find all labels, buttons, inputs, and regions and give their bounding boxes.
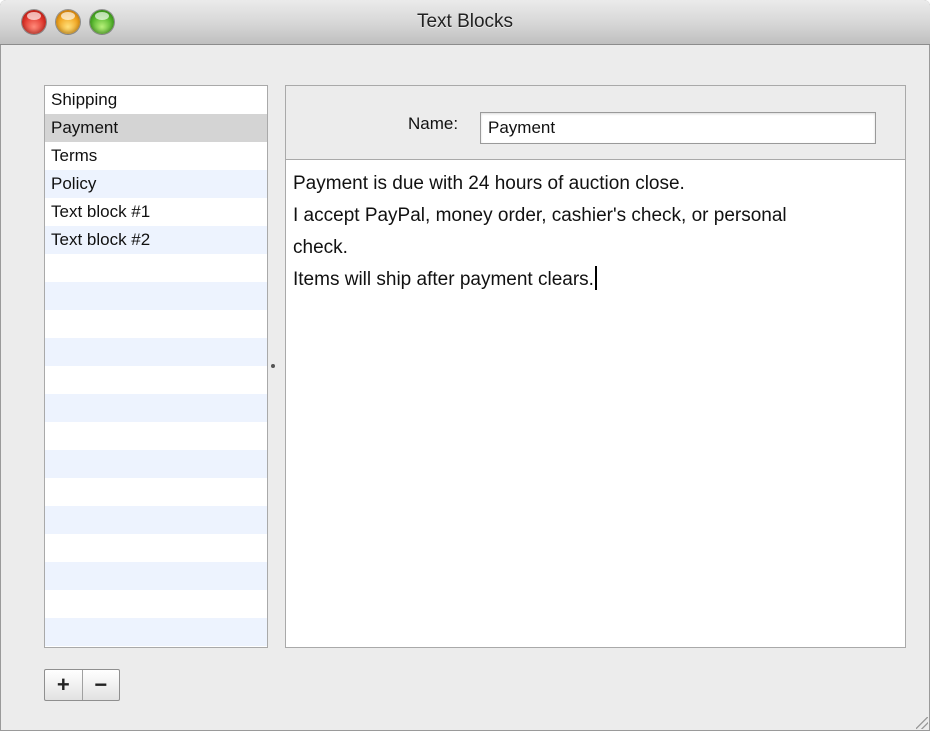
resize-grip-icon[interactable] — [916, 717, 928, 729]
empty-row — [45, 282, 267, 310]
title-bar[interactable]: Text Blocks — [0, 0, 930, 45]
body-text-line: I accept PayPal, money order, cashier's … — [293, 205, 787, 226]
body-text-editor[interactable]: Payment is due with 24 hours of auction … — [286, 159, 905, 647]
empty-row — [45, 478, 267, 506]
add-remove-control: + − — [44, 669, 120, 701]
empty-row — [45, 618, 267, 646]
text-caret — [594, 266, 597, 290]
list-item[interactable]: Text block #1 — [45, 198, 267, 226]
body-text-line: Payment is due with 24 hours of auction … — [293, 173, 685, 194]
text-block-list[interactable]: Shipping Payment Terms Policy Text block… — [44, 85, 268, 648]
body-text-last-line: Items will ship after payment clears. — [293, 264, 898, 296]
list-item[interactable]: Shipping — [45, 86, 267, 114]
body-text-line: check. — [293, 237, 348, 258]
empty-row — [45, 310, 267, 338]
remove-block-button[interactable]: − — [81, 670, 120, 700]
empty-row — [45, 338, 267, 366]
window-title: Text Blocks — [416, 11, 514, 32]
name-label: Name: — [408, 114, 459, 133]
list-item[interactable]: Payment — [45, 114, 267, 142]
list-item[interactable]: Policy — [45, 170, 267, 198]
body-text-line: Items will ship after payment clears. — [293, 269, 594, 290]
add-block-button[interactable]: + — [45, 670, 82, 700]
empty-row — [45, 646, 267, 647]
empty-row — [45, 506, 267, 534]
empty-row — [45, 422, 267, 450]
empty-row — [45, 590, 267, 618]
empty-row — [45, 366, 267, 394]
empty-row — [45, 450, 267, 478]
name-field[interactable] — [480, 112, 876, 144]
empty-row — [45, 562, 267, 590]
empty-row — [45, 534, 267, 562]
text-blocks-window: Text Blocks Shipping Payment Terms Polic… — [0, 0, 930, 731]
empty-row — [45, 394, 267, 422]
list-item[interactable]: Terms — [45, 142, 267, 170]
editor-panel: Name: Payment is due with 24 hours of au… — [285, 85, 906, 648]
split-view-divider[interactable] — [271, 364, 275, 368]
list-item[interactable]: Text block #2 — [45, 226, 267, 254]
empty-row — [45, 254, 267, 282]
